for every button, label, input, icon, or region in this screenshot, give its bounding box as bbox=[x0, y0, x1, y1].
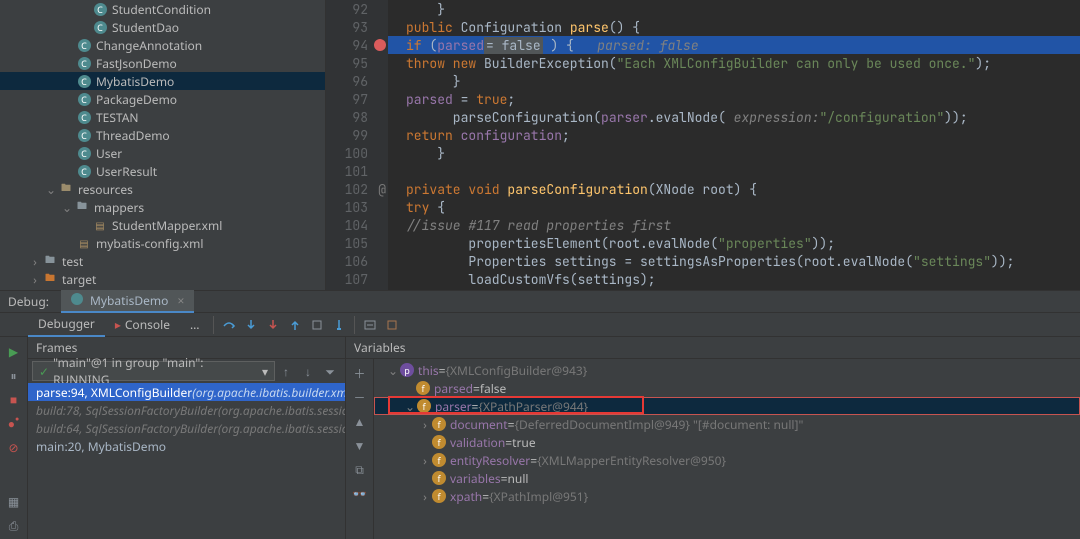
pin-icon[interactable]: ⎙ bbox=[4, 515, 24, 535]
variable-item[interactable]: fvalidation = true bbox=[374, 433, 1080, 451]
variable-item[interactable]: ⌄fparser = {XPathParser@944} bbox=[374, 397, 1080, 415]
gutter: 9293949596979899100101102@10310410510610… bbox=[326, 0, 388, 290]
tree-item[interactable]: ▤mybatis-config.xml bbox=[0, 234, 325, 252]
tree-item[interactable]: CTESTAN bbox=[0, 108, 325, 126]
stack-frame[interactable]: build:64, SqlSessionFactoryBuilder (org.… bbox=[28, 419, 345, 437]
project-tree[interactable]: CStudentConditionCStudentDaoCChangeAnnot… bbox=[0, 0, 326, 290]
trace-current-icon[interactable] bbox=[381, 318, 403, 332]
variable-item[interactable]: ⌄pthis = {XMLConfigBuilder@943} bbox=[374, 361, 1080, 379]
step-out-icon[interactable] bbox=[284, 318, 306, 332]
debugger-tab[interactable]: Debugger bbox=[28, 312, 105, 337]
force-step-into-icon[interactable] bbox=[262, 318, 284, 332]
console-icon: ▸ bbox=[115, 316, 121, 333]
tree-item[interactable]: ⌄🖿resources bbox=[0, 180, 325, 198]
duplicate-watch-icon[interactable]: ⧉ bbox=[350, 459, 370, 479]
tree-item[interactable]: CUserResult bbox=[0, 162, 325, 180]
tree-item[interactable]: ▤StudentMapper.xml bbox=[0, 216, 325, 234]
tree-item[interactable]: CFastJsonDemo bbox=[0, 54, 325, 72]
tree-item[interactable]: CMybatisDemo bbox=[0, 72, 325, 90]
stack-frame[interactable]: parse:94, XMLConfigBuilder (org.apache.i… bbox=[28, 383, 345, 401]
filter-icon[interactable]: ⏷ bbox=[319, 363, 341, 380]
code-lines: } public Configuration parse() { if (par… bbox=[388, 0, 1080, 288]
debug-panel: Debug: MybatisDemo × Debugger ▸ Console … bbox=[0, 290, 1080, 539]
debug-label: Debug: bbox=[0, 293, 57, 310]
evaluate-expression-icon[interactable] bbox=[359, 318, 381, 332]
view-breakpoints-icon[interactable]: ●● bbox=[4, 413, 24, 433]
move-down-watch-icon[interactable]: ▼ bbox=[350, 435, 370, 455]
move-up-watch-icon[interactable]: ▲ bbox=[350, 411, 370, 431]
variables-header: Variables bbox=[346, 337, 1080, 359]
step-over-icon[interactable] bbox=[218, 318, 240, 332]
frames-panel: Frames ✓ "main"@1 in group "main": RUNNI… bbox=[28, 337, 346, 539]
class-icon bbox=[71, 293, 83, 305]
prev-frame-icon[interactable]: ↑ bbox=[275, 363, 297, 380]
new-watch-icon[interactable]: ＋ bbox=[350, 363, 370, 383]
code-editor[interactable]: 9293949596979899100101102@10310410510610… bbox=[326, 0, 1080, 290]
run-to-cursor-icon[interactable] bbox=[328, 318, 350, 332]
check-icon: ✓ bbox=[39, 363, 49, 380]
remove-watch-icon[interactable]: － bbox=[350, 387, 370, 407]
tree-item[interactable]: CThreadDemo bbox=[0, 126, 325, 144]
resume-icon[interactable]: ▶ bbox=[4, 341, 24, 361]
tree-item[interactable]: CUser bbox=[0, 144, 325, 162]
variables-panel: Variables ＋ － ▲ ▼ ⧉ 👓 ⌄pthis = {XMLConfi… bbox=[346, 337, 1080, 539]
step-into-icon[interactable] bbox=[240, 318, 262, 332]
more-tab[interactable]: … bbox=[180, 313, 210, 336]
variable-item[interactable]: fparsed = false bbox=[374, 379, 1080, 397]
close-icon[interactable]: × bbox=[177, 292, 184, 309]
tree-item[interactable]: CChangeAnnotation bbox=[0, 36, 325, 54]
variable-item[interactable]: ›fentityResolver = {XMLMapperEntityResol… bbox=[374, 451, 1080, 469]
tree-item[interactable]: CStudentCondition bbox=[0, 0, 325, 18]
stack-frame[interactable]: build:78, SqlSessionFactoryBuilder (org.… bbox=[28, 401, 345, 419]
tree-item[interactable]: ›🖿target bbox=[0, 270, 325, 288]
show-watches-icon[interactable]: 👓 bbox=[350, 483, 370, 503]
settings-layout-icon[interactable]: ▦ bbox=[4, 491, 24, 511]
stop-icon[interactable]: ■ bbox=[4, 389, 24, 409]
variables-toolbar: ＋ － ▲ ▼ ⧉ 👓 bbox=[346, 359, 374, 539]
thread-selector[interactable]: ✓ "main"@1 in group "main": RUNNING ▾ bbox=[32, 361, 275, 381]
drop-frame-icon[interactable] bbox=[306, 318, 328, 332]
tree-item[interactable]: CPackageDemo bbox=[0, 90, 325, 108]
console-tab[interactable]: ▸ Console bbox=[105, 313, 180, 336]
tree-item[interactable]: CStudentDao bbox=[0, 18, 325, 36]
tree-item[interactable]: ⌄🖿mappers bbox=[0, 198, 325, 216]
variable-item[interactable]: ›fxpath = {XPathImpl@951} bbox=[374, 487, 1080, 505]
chevron-down-icon: ▾ bbox=[262, 363, 268, 380]
debug-toolbar: Debugger ▸ Console … bbox=[0, 313, 1080, 337]
variable-item[interactable]: fvariables = null bbox=[374, 469, 1080, 487]
debug-tab[interactable]: MybatisDemo × bbox=[61, 290, 194, 313]
variable-item[interactable]: ›fdocument = {DeferredDocumentImpl@949} … bbox=[374, 415, 1080, 433]
pause-icon[interactable]: ⏸ bbox=[4, 365, 24, 385]
stack-frame[interactable]: main:20, MybatisDemo bbox=[28, 437, 345, 455]
debug-header: Debug: MybatisDemo × bbox=[0, 291, 1080, 313]
mute-breakpoints-icon[interactable]: ⊘ bbox=[4, 437, 24, 457]
debug-left-toolbar: ▶ ⏸ ■ ●● ⊘ ▦ ⎙ bbox=[0, 337, 28, 539]
next-frame-icon[interactable]: ↓ bbox=[297, 363, 319, 380]
tree-item[interactable]: ›🖿test bbox=[0, 252, 325, 270]
breakpoint-icon[interactable] bbox=[374, 39, 386, 51]
